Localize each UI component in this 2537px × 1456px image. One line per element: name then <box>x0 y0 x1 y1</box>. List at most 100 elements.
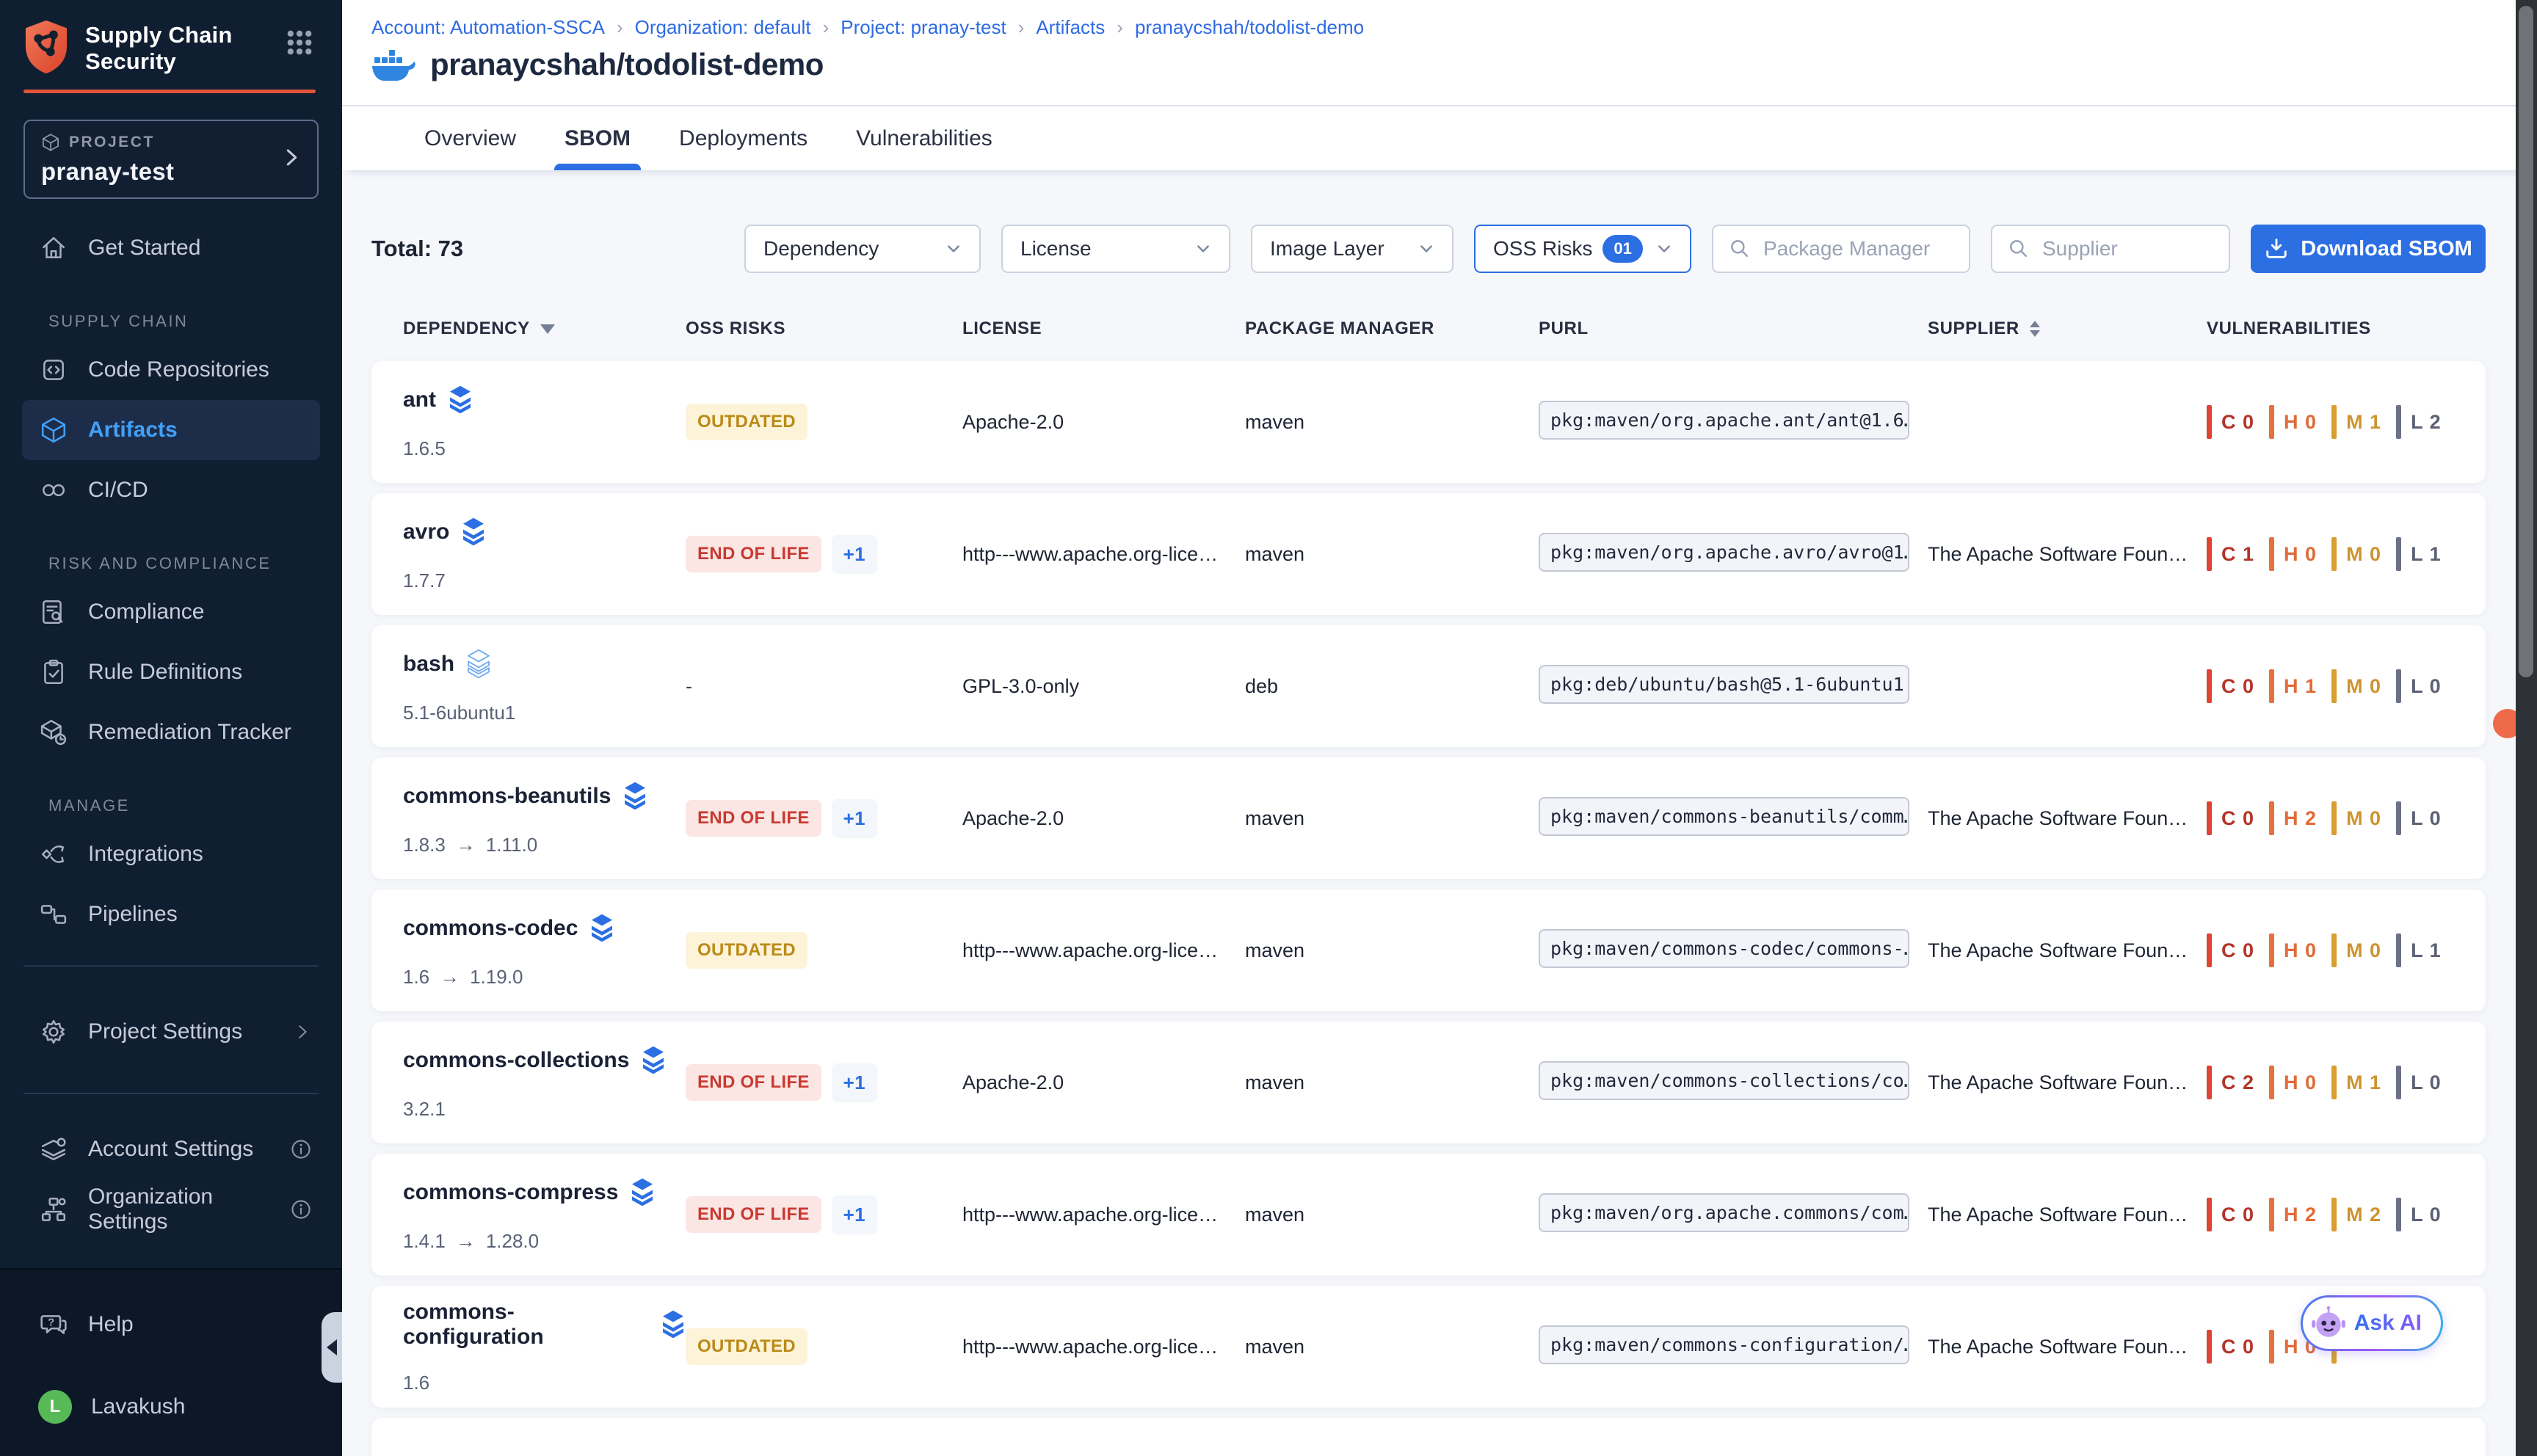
app-logo-row: Supply Chain Security <box>0 0 342 75</box>
column-header-oss-risks[interactable]: OSS RISKS <box>686 318 962 339</box>
tab-overview[interactable]: Overview <box>424 106 516 170</box>
sidebar-item-organization-settings[interactable]: Organization Settings <box>0 1179 342 1240</box>
table-row[interactable]: avro1.7.7END OF LIFE+1http---www.apache.… <box>371 493 2486 615</box>
column-header-supplier[interactable]: SUPPLIER <box>1928 318 2207 339</box>
purl-cell: pkg:maven/org.apache.avro/avro@1… <box>1539 533 1928 575</box>
purl-value[interactable]: pkg:maven/commons-collections/co… <box>1539 1061 1909 1100</box>
dependency-name: commons-codec <box>403 913 686 944</box>
breadcrumb-item[interactable]: Project: pranay-test <box>841 16 1006 39</box>
package-manager-cell: maven <box>1245 1204 1539 1226</box>
tab-vulnerabilities[interactable]: Vulnerabilities <box>856 106 992 170</box>
sort-icon[interactable] <box>2030 321 2040 337</box>
vuln-count: C 0 <box>2221 675 2254 698</box>
dependency-name-text: avro <box>403 520 449 545</box>
purl-value[interactable]: pkg:deb/ubuntu/bash@5.1-6ubuntu1 <box>1539 665 1909 704</box>
sidebar-item-compliance[interactable]: Compliance <box>0 582 342 642</box>
dependency-name-text: ant <box>403 387 436 412</box>
sidebar-item-pipelines[interactable]: Pipelines <box>0 884 342 944</box>
tab-deployments[interactable]: Deployments <box>679 106 807 170</box>
dependency-filter[interactable]: Dependency <box>744 225 981 273</box>
scrollbar-track[interactable] <box>2516 0 2537 1456</box>
breadcrumb-item[interactable]: Artifacts <box>1036 16 1105 39</box>
table-row[interactable]: commons-codec1.6→1.19.0OUTDATEDhttp---ww… <box>371 889 2486 1011</box>
sidebar-item-label: Pipelines <box>88 902 178 927</box>
project-selector[interactable]: PROJECT pranay-test <box>23 120 319 199</box>
oss-risks-label: OSS Risks <box>1493 237 1592 261</box>
package-manager-cell: maven <box>1245 411 1539 434</box>
chevron-down-icon <box>943 238 965 260</box>
package-manager-input[interactable] <box>1762 236 1954 261</box>
table-row[interactable]: commons-collections3.2.1END OF LIFE+1Apa… <box>371 1022 2486 1143</box>
package-manager-cell: maven <box>1245 1071 1539 1094</box>
sidebar-item-label: Remediation Tracker <box>88 720 291 745</box>
sidebar-collapse-handle[interactable] <box>322 1312 342 1383</box>
nav-section-label: SUPPLY CHAIN <box>0 312 342 331</box>
column-header-license[interactable]: LICENSE <box>962 318 1245 339</box>
sidebar-item-artifacts[interactable]: Artifacts <box>22 400 320 460</box>
tab-sbom[interactable]: SBOM <box>565 106 631 170</box>
app-switcher-icon[interactable] <box>283 26 316 62</box>
vuln-low: L 0 <box>2396 801 2442 835</box>
layers-icon <box>461 517 486 547</box>
dependency-name-text: commons-beanutils <box>403 784 611 809</box>
purl-value[interactable]: pkg:maven/commons-codec/commons-… <box>1539 929 1909 968</box>
purl-value[interactable]: pkg:maven/org.apache.commons/com… <box>1539 1193 1909 1232</box>
sidebar-item-account-settings[interactable]: Account Settings <box>0 1119 342 1179</box>
vuln-critical: C 0 <box>2207 405 2254 439</box>
sidebar-item-cicd[interactable]: CI/CD <box>0 460 342 520</box>
sidebar-item-help[interactable]: ? Help <box>0 1295 342 1355</box>
table-row[interactable]: commons-fileuploadEND OF LIFE+1Apache-2.… <box>371 1418 2486 1456</box>
image-layer-filter[interactable]: Image Layer <box>1251 225 1453 273</box>
purl-value[interactable]: pkg:maven/commons-beanutils/comm… <box>1539 797 1909 836</box>
sidebar-item-remediation-tracker[interactable]: Remediation Tracker <box>0 702 342 762</box>
table-row[interactable]: commons-compress1.4.1→1.28.0END OF LIFE+… <box>371 1154 2486 1275</box>
column-header-package-manager[interactable]: PACKAGE MANAGER <box>1245 318 1539 339</box>
vuln-bar <box>2331 405 2337 439</box>
purl-value[interactable]: pkg:maven/org.apache.ant/ant@1.6… <box>1539 401 1909 440</box>
supplier-input[interactable] <box>2041 236 2214 261</box>
vuln-bar <box>2396 1198 2401 1231</box>
license-filter[interactable]: License <box>1001 225 1230 273</box>
oss-risks-filter[interactable]: OSS Risks 01 <box>1474 225 1691 273</box>
project-label: PROJECT <box>69 134 155 151</box>
license-cell: http---www.apache.org-lice… <box>962 543 1245 566</box>
chevron-down-icon <box>1415 238 1437 260</box>
vuln-critical: C 0 <box>2207 933 2254 967</box>
brand-accent-rule <box>23 90 316 93</box>
risk-badge-more[interactable]: +1 <box>832 535 877 574</box>
info-icon <box>289 1138 313 1161</box>
risk-badge-outdated: OUTDATED <box>686 932 807 969</box>
risk-badge-more[interactable]: +1 <box>832 1195 877 1234</box>
sidebar-item-code-repositories[interactable]: Code Repositories <box>0 340 342 400</box>
purl-value[interactable]: pkg:maven/org.apache.avro/avro@1… <box>1539 533 1909 572</box>
risk-badge-more[interactable]: +1 <box>832 1063 877 1102</box>
vuln-count: H 0 <box>2284 939 2317 962</box>
column-header-purl[interactable]: PURL <box>1539 318 1928 339</box>
table-row[interactable]: commons-configuration1.6OUTDATEDhttp---w… <box>371 1286 2486 1408</box>
repo-icon <box>38 356 69 384</box>
download-sbom-button[interactable]: Download SBOM <box>2251 225 2486 273</box>
ask-ai-button[interactable]: Ask AI <box>2301 1295 2443 1351</box>
oss-risks-cell: OUTDATED <box>686 1328 962 1365</box>
risk-badge-more[interactable]: +1 <box>832 799 877 838</box>
table-row[interactable]: ant1.6.5OUTDATEDApache-2.0mavenpkg:maven… <box>371 361 2486 483</box>
sidebar-item-project-settings[interactable]: Project Settings <box>0 1002 342 1062</box>
package-manager-cell: maven <box>1245 807 1539 830</box>
sidebar-item-integrations[interactable]: Integrations <box>0 824 342 884</box>
column-header-dependency[interactable]: DEPENDENCY <box>403 318 686 339</box>
breadcrumb-item[interactable]: Account: Automation-SSCA <box>371 16 605 39</box>
breadcrumb-item[interactable]: Organization: default <box>635 16 811 39</box>
sidebar-item-get-started[interactable]: Get Started <box>0 218 342 278</box>
purl-value[interactable]: pkg:maven/commons-configuration/… <box>1539 1325 1909 1364</box>
table-row[interactable]: bash5.1-6ubuntu1-GPL-3.0-onlydebpkg:deb/… <box>371 625 2486 747</box>
sort-desc-icon[interactable] <box>540 324 555 334</box>
breadcrumb-item[interactable]: pranaycshah/todolist-demo <box>1135 16 1364 39</box>
vuln-medium: M 1 <box>2331 1066 2381 1099</box>
sidebar-item-rule-definitions[interactable]: Rule Definitions <box>0 642 342 702</box>
table-row[interactable]: commons-beanutils1.8.3→1.11.0END OF LIFE… <box>371 757 2486 879</box>
column-header-vulnerabilities[interactable]: VULNERABILITIES <box>2207 318 2486 339</box>
scrollbar-thumb[interactable] <box>2519 6 2533 677</box>
user-profile[interactable]: L Lavakush <box>0 1377 342 1437</box>
vuln-bar <box>2396 933 2401 967</box>
risk-badge-eol: END OF LIFE <box>686 1064 821 1101</box>
